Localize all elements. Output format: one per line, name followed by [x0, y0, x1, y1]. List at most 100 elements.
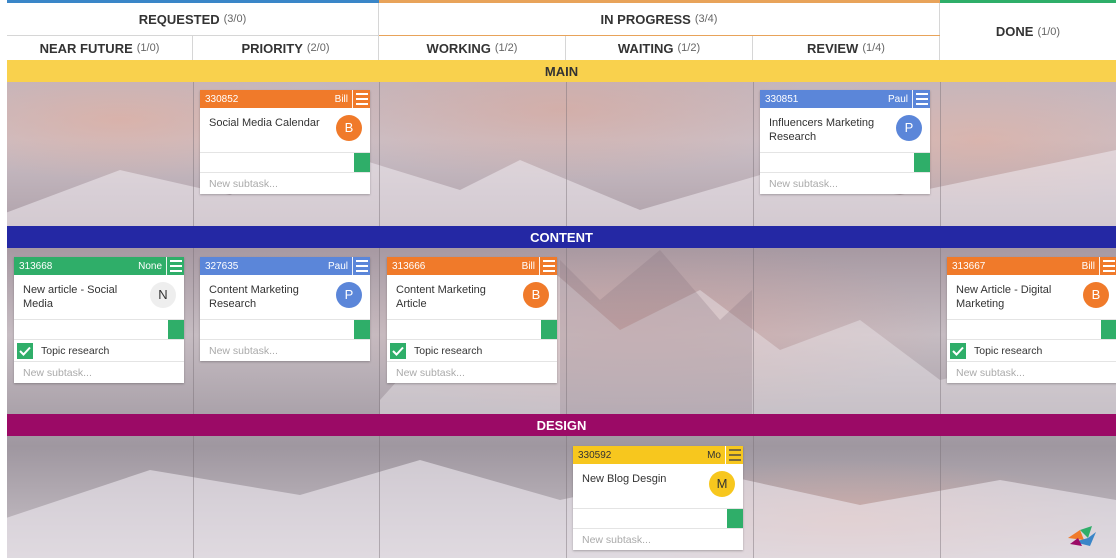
card-owner: Bill — [334, 93, 348, 105]
column-count: (1/0) — [1037, 25, 1061, 38]
column-waiting[interactable]: WAITING (1/2) — [566, 36, 753, 60]
card-header: 330851 Paul — [760, 90, 930, 108]
task-card[interactable]: 330852 Bill Social Media Calendar B New … — [200, 90, 370, 194]
lane-content[interactable]: CONTENT — [7, 226, 1116, 248]
subtask-item[interactable]: Topic research — [947, 339, 1116, 361]
card-id: 313667 — [952, 260, 986, 272]
column-label: DONE — [995, 24, 1034, 39]
board-left-edge — [0, 60, 7, 558]
board-header: REQUESTED (3/0) IN PROGRESS (3/4) DONE (1/0… — [0, 0, 1116, 60]
app-logo-icon — [1068, 526, 1096, 546]
column-divider — [379, 82, 380, 558]
card-body[interactable]: New Article - Digital Marketing B — [947, 275, 1116, 319]
checkmark-icon[interactable] — [950, 342, 966, 359]
avatar[interactable]: P — [336, 282, 362, 308]
column-label: PRIORITY — [241, 40, 303, 56]
column-label: NEAR FUTURE — [39, 40, 133, 56]
card-id: 313668 — [19, 260, 53, 272]
card-progress-bar — [14, 319, 184, 339]
column-divider — [193, 82, 194, 558]
card-id: 330592 — [578, 449, 612, 461]
new-subtask-input[interactable]: New subtask... — [200, 172, 370, 194]
card-body[interactable]: New article - Social Media N — [14, 275, 184, 319]
group-in-progress[interactable]: IN PROGRESS (3/4) — [379, 3, 940, 35]
status-flag — [727, 509, 743, 528]
hamburger-menu-icon[interactable] — [166, 257, 184, 275]
subtask-label: Topic research — [41, 344, 110, 357]
card-title: New Article - Digital Marketing — [956, 284, 1052, 310]
card-header: 330852 Bill — [200, 90, 370, 108]
task-card[interactable]: 327635 Paul Content Marketing Research P… — [200, 257, 370, 361]
card-owner: Bill — [521, 260, 535, 272]
status-flag — [354, 320, 370, 339]
column-label: WORKING — [426, 40, 491, 56]
lane-design[interactable]: DESIGN — [7, 414, 1116, 436]
avatar[interactable]: N — [150, 282, 176, 308]
task-card[interactable]: 313668 None New article - Social Media N… — [14, 257, 184, 383]
task-card[interactable]: 330592 Mo New Blog Desgin M New subtask.… — [573, 446, 743, 550]
avatar[interactable]: B — [523, 282, 549, 308]
column-done[interactable]: DONE (1/0) — [940, 3, 1116, 60]
group-requested[interactable]: REQUESTED (3/0) — [7, 3, 379, 35]
card-body[interactable]: Influencers Marketing Research P — [760, 108, 930, 152]
new-subtask-input[interactable]: New subtask... — [14, 361, 184, 383]
card-header: 327635 Paul — [200, 257, 370, 275]
avatar[interactable]: M — [709, 471, 735, 497]
task-card[interactable]: 313667 Bill New Article - Digital Market… — [947, 257, 1116, 383]
column-divider — [753, 82, 754, 558]
column-working[interactable]: WORKING (1/2) — [379, 36, 566, 60]
card-body[interactable]: New Blog Desgin M — [573, 464, 743, 508]
status-flag — [541, 320, 557, 339]
card-body[interactable]: Content Marketing Article B — [387, 275, 557, 319]
column-divider — [940, 82, 941, 558]
card-id: 330852 — [205, 93, 239, 105]
lane-main[interactable]: MAIN — [7, 60, 1116, 82]
new-subtask-input[interactable]: New subtask... — [387, 361, 557, 383]
card-title: Content Marketing Research — [209, 284, 299, 310]
subtask-item[interactable]: Topic research — [14, 339, 184, 361]
checkmark-icon[interactable] — [390, 342, 406, 359]
task-card[interactable]: 330851 Paul Influencers Marketing Resear… — [760, 90, 930, 194]
lane-label: MAIN — [544, 63, 579, 79]
new-subtask-input[interactable]: New subtask... — [947, 361, 1116, 383]
column-divider — [566, 82, 567, 558]
group-count: (3/4) — [694, 13, 718, 25]
hamburger-menu-icon[interactable] — [1099, 257, 1116, 275]
new-subtask-input[interactable]: New subtask... — [200, 339, 370, 361]
column-near-future[interactable]: NEAR FUTURE (1/0) — [7, 36, 193, 60]
card-header: 313666 Bill — [387, 257, 557, 275]
lane-label: CONTENT — [530, 229, 593, 245]
card-progress-bar — [573, 508, 743, 528]
card-body[interactable]: Content Marketing Research P — [200, 275, 370, 319]
avatar[interactable]: B — [1083, 282, 1109, 308]
hamburger-menu-icon[interactable] — [912, 90, 930, 108]
card-owner: None — [138, 260, 162, 272]
avatar[interactable]: P — [896, 115, 922, 141]
avatar[interactable]: B — [336, 115, 362, 141]
subtask-label: Topic research — [974, 344, 1043, 357]
card-body[interactable]: Social Media Calendar B — [200, 108, 370, 152]
card-progress-bar — [387, 319, 557, 339]
card-title: Influencers Marketing Research — [769, 117, 875, 143]
subtask-item[interactable]: Topic research — [387, 339, 557, 361]
new-subtask-input[interactable]: New subtask... — [760, 172, 930, 194]
hamburger-menu-icon[interactable] — [725, 446, 743, 464]
hamburger-menu-icon[interactable] — [352, 90, 370, 108]
card-header: 313668 None — [14, 257, 184, 275]
card-progress-bar — [947, 319, 1116, 339]
column-count: (1/0) — [136, 42, 160, 54]
card-id: 327635 — [205, 260, 239, 272]
group-label: REQUESTED — [138, 11, 220, 27]
hamburger-menu-icon[interactable] — [539, 257, 557, 275]
checkmark-icon[interactable] — [17, 342, 33, 359]
card-progress-bar — [200, 319, 370, 339]
new-subtask-input[interactable]: New subtask... — [573, 528, 743, 550]
card-id: 330851 — [765, 93, 799, 105]
hamburger-menu-icon[interactable] — [352, 257, 370, 275]
lane-label: DESIGN — [536, 417, 587, 433]
card-owner: Mo — [707, 449, 721, 461]
column-priority[interactable]: PRIORITY (2/0) — [193, 36, 379, 60]
column-review[interactable]: REVIEW (1/4) — [753, 36, 940, 60]
column-count: (2/0) — [306, 42, 330, 54]
task-card[interactable]: 313666 Bill Content Marketing Article B … — [387, 257, 557, 383]
